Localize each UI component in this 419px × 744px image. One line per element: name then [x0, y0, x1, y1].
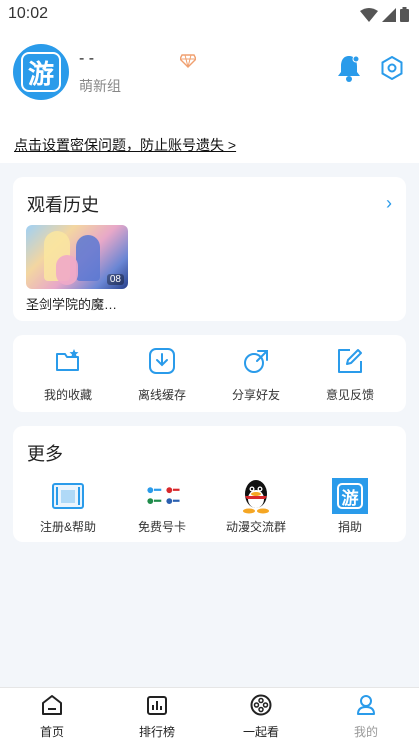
register-help-label: 注册&帮助: [39, 520, 96, 534]
nav-home[interactable]: 首页: [17, 694, 87, 740]
battery-icon: [400, 7, 409, 22]
offline-cache-button[interactable]: 离线缓存: [122, 347, 202, 403]
share-friends-button[interactable]: 分享好友: [216, 347, 296, 403]
donate-logo-icon: 游: [332, 478, 368, 514]
nav-watch-together-label: 一起看: [242, 725, 279, 739]
watch-history-title: 观看历史: [27, 195, 99, 215]
home-icon: [42, 695, 62, 715]
favorites-label: 我的收藏: [43, 388, 92, 402]
status-icons: [360, 7, 409, 22]
settings-gear-icon[interactable]: [380, 56, 404, 80]
profile-header: 游 - - 萌新组: [0, 30, 419, 125]
profile-icon: [357, 695, 375, 715]
user-group: 萌新组: [79, 78, 121, 94]
free-sim-card-label: 免费号卡: [137, 520, 186, 534]
share-friends-label: 分享好友: [231, 388, 280, 402]
download-icon: [149, 348, 175, 374]
history-thumbnail[interactable]: 08: [26, 225, 128, 289]
qq-penguin-icon: [243, 480, 269, 514]
offline-cache-label: 离线缓存: [137, 388, 186, 402]
donate-label: 捐助: [337, 520, 362, 534]
level-diamond-icon: [180, 54, 196, 68]
watch-together-icon: [250, 694, 272, 716]
security-notice[interactable]: 点击设置密保问题，防止账号遗失 >: [0, 125, 419, 163]
nav-ranking-label: 排行榜: [138, 725, 175, 739]
avatar-logo: 游: [21, 52, 61, 92]
more-title: 更多: [27, 444, 63, 464]
quick-actions-card: 我的收藏 离线缓存 分享好友 意见反馈: [13, 335, 406, 412]
nav-mine-label: 我的: [353, 725, 378, 739]
chevron-right-icon[interactable]: ›: [386, 193, 392, 214]
share-icon: [244, 350, 268, 373]
wifi-icon: [360, 7, 378, 22]
carrier-logos-icon: [147, 487, 180, 505]
nav-watch-together[interactable]: 一起看: [226, 694, 296, 740]
donate-logo-char: 游: [337, 483, 363, 509]
feedback-label: 意见反馈: [325, 388, 374, 402]
free-sim-card-button[interactable]: 免费号卡: [122, 478, 202, 535]
donate-button[interactable]: 游 捐助: [310, 478, 390, 535]
anime-group-label: 动漫交流群: [225, 520, 286, 534]
bottom-nav: 首页 排行榜 一起看 我的: [0, 687, 419, 744]
bell-icon[interactable]: [336, 54, 362, 82]
thumbnail-character: [56, 255, 78, 285]
anime-group-button[interactable]: 动漫交流群: [216, 478, 296, 535]
favorites-button[interactable]: 我的收藏: [28, 347, 108, 403]
signal-icon: [382, 7, 396, 22]
username[interactable]: - -: [79, 50, 94, 68]
status-bar: 10:02: [0, 0, 419, 30]
status-time: 10:02: [8, 5, 49, 22]
nav-ranking[interactable]: 排行榜: [122, 694, 192, 740]
security-notice-link[interactable]: 点击设置密保问题，防止账号遗失 >: [14, 135, 236, 155]
help-book-icon: [52, 483, 84, 509]
avatar[interactable]: 游: [13, 44, 69, 100]
episode-badge: 08: [106, 274, 124, 285]
history-item-title[interactable]: 圣剑学院的魔…: [26, 294, 130, 313]
nav-mine[interactable]: 我的: [331, 694, 401, 740]
register-help-button[interactable]: 注册&帮助: [28, 478, 108, 535]
thumbnail-character: [76, 235, 100, 281]
feedback-button[interactable]: 意见反馈: [310, 347, 390, 403]
watch-history-card: 观看历史 › 08 圣剑学院的魔…: [13, 177, 406, 321]
feedback-edit-icon: [338, 349, 362, 373]
more-card: 更多 注册&帮助 免费号卡 动漫交流群 游 捐助: [13, 426, 406, 542]
favorites-folder-icon: [56, 349, 79, 371]
nav-home-label: 首页: [39, 725, 64, 739]
ranking-icon: [147, 696, 167, 715]
